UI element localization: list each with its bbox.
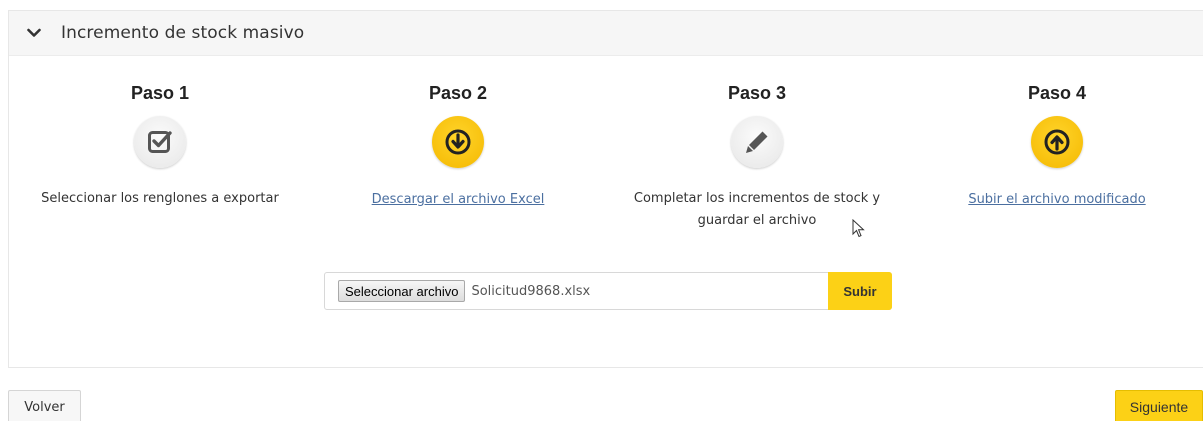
step-title: Paso 2 bbox=[428, 83, 488, 103]
selected-file-name: Solicitud9868.xlsx bbox=[471, 283, 591, 299]
checkbox-check-icon bbox=[134, 116, 186, 168]
file-upload-field: Seleccionar archivo Solicitud9868.xlsx S… bbox=[324, 272, 892, 310]
panel-title: Incremento de stock masivo bbox=[61, 23, 305, 43]
step-title: Paso 4 bbox=[1027, 83, 1087, 103]
back-button[interactable]: Volver bbox=[8, 390, 81, 421]
step-4: Paso 4 Subir el archivo modificado bbox=[917, 83, 1197, 207]
select-file-button[interactable]: Seleccionar archivo bbox=[338, 280, 466, 302]
step-3: Paso 3 Completar los incrementos de stoc… bbox=[617, 83, 897, 232]
step-2: Paso 2 Descargar el archivo Excel bbox=[318, 83, 598, 207]
download-excel-link-text[interactable]: Descargar el archivo Excel bbox=[372, 192, 545, 207]
upload-modified-link-text[interactable]: Subir el archivo modificado bbox=[968, 192, 1145, 207]
upload-modified-link[interactable]: Subir el archivo modificado bbox=[917, 188, 1197, 207]
step-description: Seleccionar los renglones a exportar bbox=[41, 191, 279, 206]
upload-arrow-icon bbox=[1031, 116, 1083, 168]
panel-header[interactable]: Incremento de stock masivo bbox=[9, 11, 1203, 56]
pencil-icon bbox=[731, 116, 783, 168]
chevron-down-icon[interactable] bbox=[27, 27, 43, 39]
step-description-line-1: Completar los incrementos de stock y bbox=[633, 191, 881, 206]
page: Incremento de stock masivo Paso 1 Selecc… bbox=[0, 0, 1203, 421]
step-1: Paso 1 Seleccionar los renglones a expor… bbox=[20, 83, 300, 210]
mouse-cursor-icon bbox=[852, 218, 866, 243]
download-excel-link[interactable]: Descargar el archivo Excel bbox=[318, 188, 598, 207]
next-button[interactable]: Siguiente bbox=[1115, 390, 1203, 421]
upload-submit-button[interactable]: Subir bbox=[828, 272, 892, 310]
download-arrow-icon bbox=[432, 116, 484, 168]
step-title: Paso 1 bbox=[130, 83, 190, 103]
step-title: Paso 3 bbox=[727, 83, 787, 103]
